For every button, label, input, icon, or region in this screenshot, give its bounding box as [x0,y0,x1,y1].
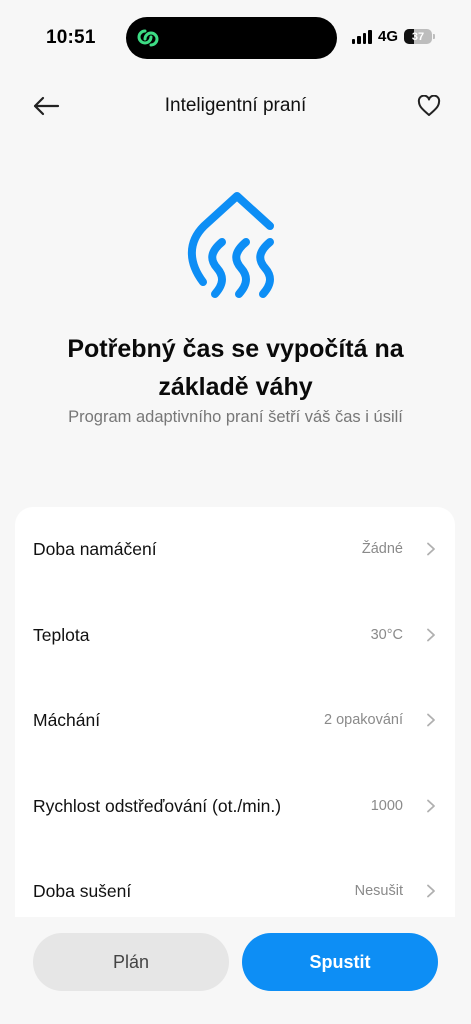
start-button[interactable]: Spustit [242,933,438,991]
setting-row-temperature[interactable]: Teplota 30°C [15,600,455,670]
chevron-right-icon [427,628,435,642]
chevron-right-icon [427,884,435,898]
setting-value: Nesušit [354,883,403,899]
page-title: Inteligentní praní [164,95,307,116]
setting-value: Žádné [361,541,403,557]
status-bar: 10:51 4G 37 [0,0,471,70]
setting-row-soak-time[interactable]: Doba namáčení Žádné [15,514,455,584]
setting-row-rinse[interactable]: Máchání 2 opakování [15,685,455,755]
settings-card: Doba namáčení Žádné Teplota 30°C Máchání… [15,507,455,917]
setting-value: 2 opakování [323,712,403,728]
plan-button[interactable]: Plán [33,933,229,991]
setting-value: 30°C [370,627,403,643]
top-app-bar: Inteligentní praní [0,80,471,132]
setting-value: 1000 [370,798,403,814]
link-loop-icon [137,29,159,47]
setting-row-dry-time[interactable]: Doba sušení Nesušit [15,856,455,917]
setting-label: Rychlost odstřeďování (ot./min.) [33,795,282,816]
hero-subline: Program adaptivního praní šetří váš čas … [68,408,403,426]
signal-icon [351,29,372,44]
chevron-right-icon [427,799,435,813]
setting-row-spin-speed[interactable]: Rychlost odstřeďování (ot./min.) 1000 [15,771,455,841]
hero-headline: Potřebný čas se vypočítá na základě váhy [67,335,404,401]
battery-level: 37 [411,30,425,43]
dynamic-island[interactable] [126,17,337,59]
battery-icon: 37 [404,29,432,44]
network-type: 4G [377,28,398,45]
favorite-button[interactable] [413,90,445,122]
heart-outline-icon [417,95,441,116]
setting-label: Doba sušení [33,880,132,901]
setting-label: Doba namáčení [33,538,157,559]
water-drop-steam-icon [187,192,274,298]
setting-label: Máchání [33,709,101,730]
status-time: 10:51 [46,27,96,48]
chevron-right-icon [427,542,435,556]
status-indicators: 4G 37 [351,28,435,45]
chevron-right-icon [427,713,435,727]
setting-label: Teplota [33,624,90,645]
